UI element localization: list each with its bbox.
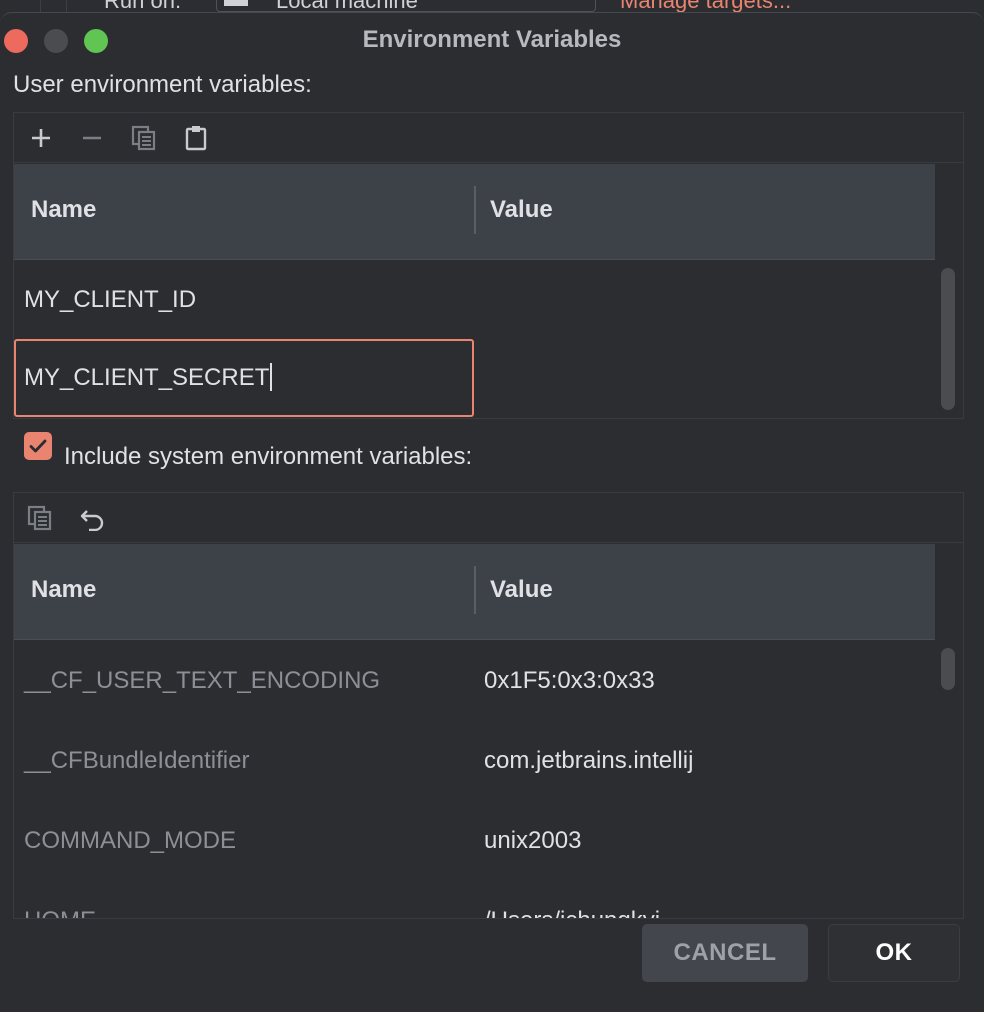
ok-button[interactable]: OK: [828, 924, 960, 982]
value-column-header[interactable]: Value: [490, 576, 553, 604]
checkmark-icon: [29, 439, 47, 453]
user-table-header: Name Value: [14, 164, 935, 260]
dialog-title: Environment Variables: [362, 26, 622, 53]
system-table-scrollbar[interactable]: [941, 648, 955, 690]
home-icon: [224, 0, 248, 6]
variable-value: /Users/jchungkyi: [484, 907, 660, 918]
variable-value: unix2003: [484, 827, 582, 854]
variable-name: HOME: [24, 907, 96, 918]
paste-icon[interactable]: [181, 123, 211, 153]
text-caret: [270, 363, 273, 391]
table-row[interactable]: MY_CLIENT_ID: [14, 260, 935, 340]
variable-name: __CF_USER_TEXT_ENCODING: [24, 667, 381, 694]
variable-name: __CFBundleIdentifier: [24, 747, 250, 774]
name-column-header[interactable]: Name: [31, 196, 96, 224]
user-variables-toolbar: [14, 113, 963, 163]
system-table-header: Name Value: [14, 544, 935, 640]
name-column-header[interactable]: Name: [31, 576, 96, 604]
add-icon[interactable]: [26, 123, 56, 153]
title-bar: Environment Variables: [0, 13, 984, 69]
include-system-checkbox[interactable]: [24, 432, 52, 460]
revert-icon[interactable]: [78, 503, 108, 533]
copy-icon[interactable]: [129, 123, 159, 153]
column-separator[interactable]: [474, 566, 476, 614]
table-row[interactable]: COMMAND_MODE unix2003: [14, 801, 935, 881]
user-variables-panel: Name Value MY_CLIENT_ID MY_CLIENT_SECRET: [13, 112, 964, 419]
user-table-scrollbar[interactable]: [941, 268, 955, 410]
cancel-button[interactable]: CANCEL: [642, 924, 808, 982]
table-row[interactable]: HOME /Users/jchungkyi: [14, 881, 935, 918]
column-separator[interactable]: [474, 186, 476, 234]
variable-name: MY_CLIENT_ID: [24, 286, 197, 313]
table-row[interactable]: __CFBundleIdentifier com.jetbrains.intel…: [14, 721, 935, 801]
table-row-editing[interactable]: MY_CLIENT_SECRET: [14, 339, 935, 419]
include-system-label[interactable]: Include system environment variables:: [64, 443, 472, 471]
variable-name-edit-field[interactable]: MY_CLIENT_SECRET: [14, 339, 474, 417]
system-variables-panel: Name Value __CF_USER_TEXT_ENCODING 0x1F5…: [13, 492, 964, 919]
copy-icon[interactable]: [25, 503, 55, 533]
user-variables-label: User environment variables:: [13, 71, 312, 98]
system-table-body: __CF_USER_TEXT_ENCODING 0x1F5:0x3:0x33 _…: [14, 641, 935, 918]
table-row[interactable]: __CF_USER_TEXT_ENCODING 0x1F5:0x3:0x33: [14, 641, 935, 721]
variable-name-input[interactable]: MY_CLIENT_SECRET: [24, 363, 273, 392]
variable-name: COMMAND_MODE: [24, 827, 237, 854]
variable-value: 0x1F5:0x3:0x33: [484, 667, 655, 694]
system-variables-toolbar: [14, 493, 963, 543]
remove-icon[interactable]: [77, 123, 107, 153]
value-column-header[interactable]: Value: [490, 196, 553, 224]
variable-value: com.jetbrains.intellij: [484, 747, 694, 774]
